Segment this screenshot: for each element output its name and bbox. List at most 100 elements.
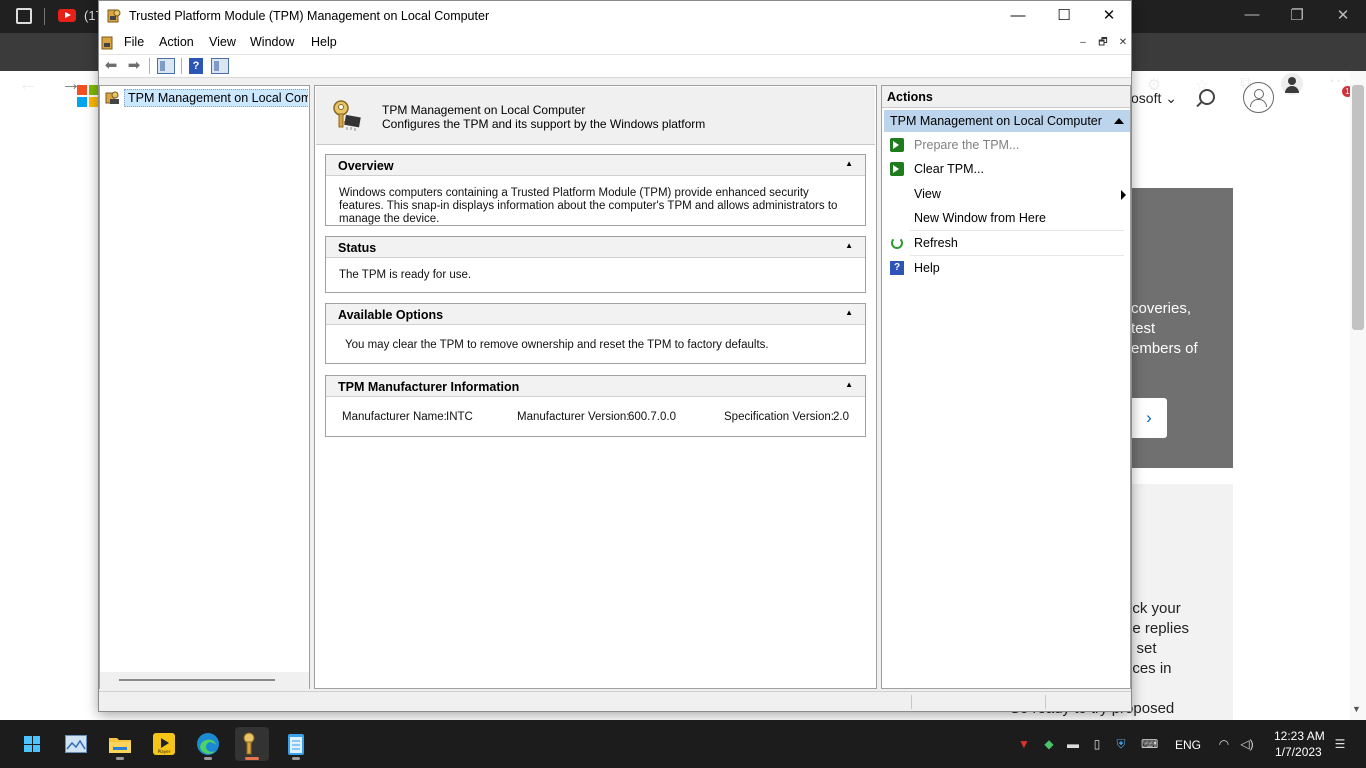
browser-scroll-thumb[interactable] (1352, 85, 1364, 330)
available-options-header[interactable]: Available Options ▲ (326, 304, 865, 325)
volume-icon[interactable]: ◁) (1239, 737, 1255, 751)
collapse-caret-icon[interactable] (1114, 118, 1124, 124)
manufacturer-section: TPM Manufacturer Information ▲ Manufactu… (325, 375, 866, 437)
edge-icon (197, 733, 219, 755)
mdi-minimize-button[interactable]: – (1074, 34, 1092, 51)
submenu-arrow-icon (1121, 190, 1126, 200)
green-arrow-icon (890, 162, 904, 176)
tree-scroll-thumb[interactable] (119, 679, 275, 681)
forward-icon[interactable]: ➡ (124, 57, 144, 75)
tray-security-icon[interactable]: ◆ (1041, 737, 1057, 751)
overview-text: Windows computers containing a Trusted P… (339, 187, 838, 225)
tree-item-tpm-management[interactable]: TPM Management on Local Comp (104, 89, 308, 107)
status-text: The TPM is ready for use. (339, 269, 472, 281)
close-button[interactable]: ✕ (1086, 1, 1132, 32)
refresh-icon (891, 237, 903, 249)
action-prepare-tpm[interactable]: Prepare the TPM... (884, 134, 1128, 157)
minimize-button[interactable]: — (995, 1, 1041, 32)
clock-date[interactable]: 1/7/2023 (1275, 745, 1322, 759)
help-icon[interactable]: ? (189, 58, 203, 74)
mdi-restore-button[interactable]: 🗗 (1094, 34, 1112, 51)
tree-horizontal-scrollbar[interactable] (100, 672, 309, 689)
back-arrow-icon[interactable]: ← (18, 73, 38, 96)
collapse-arrow-icon[interactable]: ▲ (845, 308, 853, 317)
show-hide-console-tree-icon[interactable] (157, 58, 175, 74)
action-label: Refresh (914, 236, 958, 250)
microsoft-logo[interactable] (77, 85, 99, 107)
keyboard-icon[interactable]: ⌨ (1141, 737, 1158, 751)
section-title: Overview (338, 159, 394, 173)
site-account-icon[interactable] (1243, 82, 1274, 113)
status-section: Status ▲ The TPM is ready for use. (325, 236, 866, 293)
manufacturer-header[interactable]: TPM Manufacturer Information ▲ (326, 376, 865, 397)
overview-header[interactable]: Overview ▲ (326, 155, 865, 176)
manufacturer-version-label: Manufacturer Version: (517, 411, 630, 423)
tray-defender-icon[interactable]: ⛨ (1113, 737, 1129, 751)
collapse-arrow-icon[interactable]: ▲ (845, 159, 853, 168)
action-label: New Window from Here (914, 211, 1046, 225)
action-label: Help (914, 261, 940, 275)
profile-avatar[interactable] (1281, 73, 1303, 95)
snapin-title: TPM Management on Local Computer (382, 103, 586, 117)
clock-time[interactable]: 12:23 AM (1274, 729, 1325, 743)
action-help[interactable]: ? Help (884, 257, 1128, 280)
status-separator (911, 695, 912, 709)
site-header-text[interactable]: osoft ⌄ (1131, 90, 1177, 107)
running-indicator (116, 757, 124, 760)
collapse-arrow-icon[interactable]: ▲ (845, 241, 853, 250)
action-refresh[interactable]: Refresh (884, 232, 1128, 255)
tray-app-icon[interactable]: ▼ (1016, 737, 1032, 751)
taskbar-media-player[interactable]: Player (147, 727, 181, 761)
scroll-down-arrow-icon[interactable]: ▼ (1352, 704, 1361, 714)
notifications-icon[interactable]: ☰ (1332, 737, 1348, 751)
system-menu-icon[interactable] (101, 35, 115, 51)
tab-actions-icon[interactable] (16, 8, 32, 24)
taskbar-edge[interactable] (191, 727, 225, 761)
green-arrow-icon (890, 138, 904, 152)
card-text-line: coveries, (1131, 300, 1192, 317)
card-next-button[interactable]: › (1131, 398, 1167, 438)
tpm-key-chip-icon (333, 100, 361, 131)
spec-version-value: 2.0 (833, 411, 849, 423)
site-search-icon[interactable] (1199, 89, 1215, 105)
wifi-icon[interactable]: ◠ (1216, 737, 1232, 751)
windows-logo-icon (24, 736, 40, 752)
action-view[interactable]: View (884, 183, 1128, 206)
tray-device-icon[interactable]: ▬ (1065, 737, 1081, 751)
actions-group-header[interactable]: TPM Management on Local Computer (884, 110, 1130, 132)
available-options-text: You may clear the TPM to remove ownershi… (345, 339, 769, 351)
toolbar-separator (149, 58, 150, 74)
menu-help[interactable]: Help (311, 35, 337, 49)
start-button[interactable] (15, 727, 49, 761)
action-new-window[interactable]: New Window from Here (884, 207, 1128, 230)
actions-divider (910, 255, 1124, 256)
taskbar-file-explorer[interactable] (103, 727, 137, 761)
browser-minimize-icon[interactable]: — (1242, 6, 1262, 23)
maximize-button[interactable]: ☐ (1041, 1, 1087, 32)
taskbar-photos[interactable] (59, 727, 93, 761)
browser-restore-icon[interactable]: ❐ (1287, 6, 1307, 24)
help-icon: ? (890, 261, 904, 275)
collapse-arrow-icon[interactable]: ▲ (845, 380, 853, 389)
mdi-close-button[interactable]: ✕ (1114, 34, 1132, 51)
manufacturer-name-label: Manufacturer Name: (342, 411, 447, 423)
tree-item-label: TPM Management on Local Comp (124, 89, 308, 107)
menu-view[interactable]: View (209, 35, 236, 49)
taskbar-tpm-management[interactable] (235, 727, 269, 761)
tpm-management-window: Trusted Platform Module (TPM) Management… (98, 0, 1132, 712)
menu-action[interactable]: Action (159, 35, 194, 49)
status-header[interactable]: Status ▲ (326, 237, 865, 258)
window-title-bar[interactable]: Trusted Platform Module (TPM) Management… (99, 1, 1131, 32)
menu-file[interactable]: File (124, 35, 144, 49)
action-clear-tpm[interactable]: Clear TPM... (884, 158, 1128, 181)
browser-close-icon[interactable]: ✕ (1333, 6, 1353, 24)
tray-usb-icon[interactable]: ▯ (1089, 737, 1105, 751)
back-icon[interactable]: ⬅ (101, 57, 121, 75)
status-separator (1045, 695, 1046, 709)
language-indicator[interactable]: ENG (1175, 738, 1201, 752)
photos-icon (65, 735, 87, 753)
menu-window[interactable]: Window (250, 35, 294, 49)
youtube-icon[interactable] (58, 9, 76, 22)
taskbar-notepad[interactable] (279, 727, 313, 761)
show-hide-action-pane-icon[interactable] (211, 58, 229, 74)
